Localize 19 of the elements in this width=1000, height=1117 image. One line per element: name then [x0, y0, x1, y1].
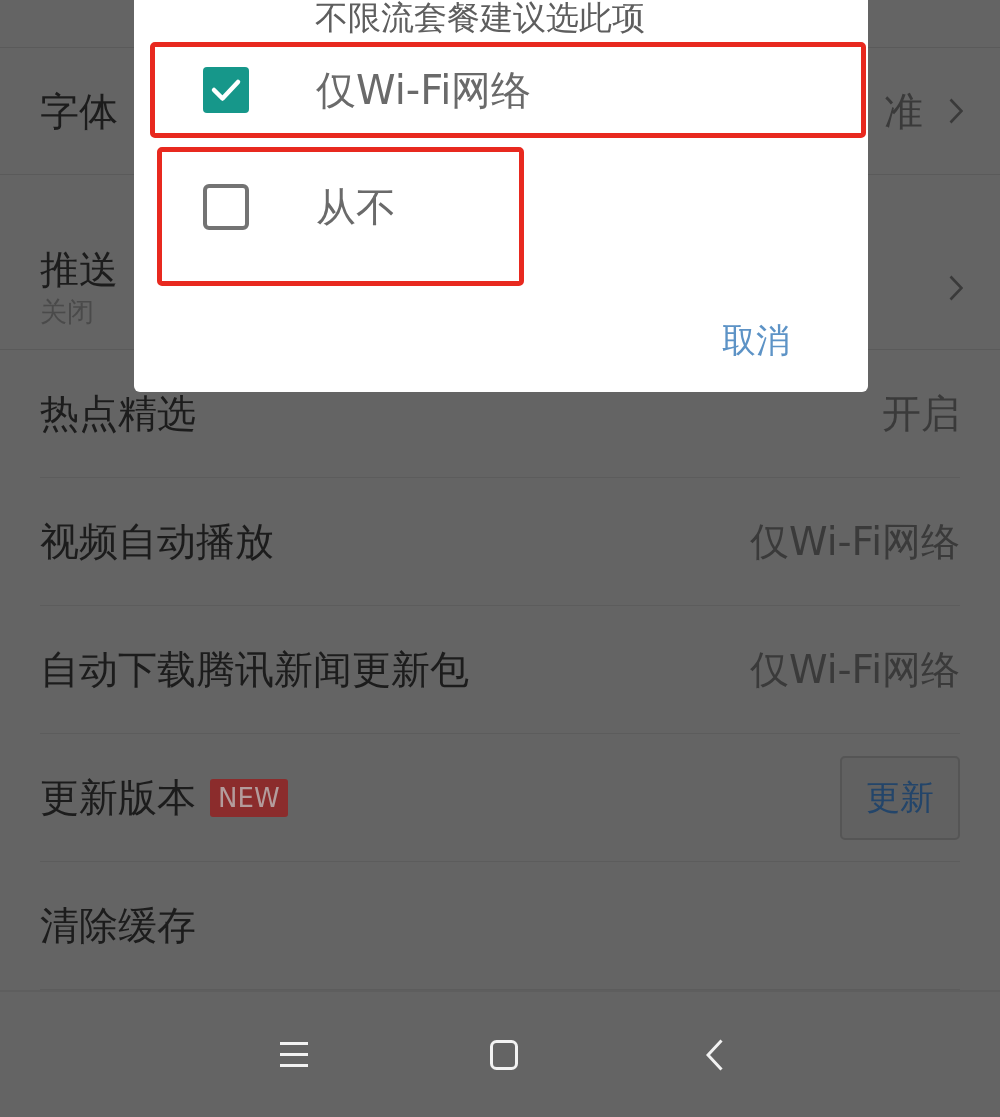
setting-title: 自动下载腾讯新闻更新包 [40, 650, 469, 689]
setting-title: 热点精选 [40, 394, 196, 433]
setting-title: 字体 [40, 91, 118, 131]
new-badge: NEW [210, 778, 288, 817]
chevron-right-icon [949, 98, 963, 124]
setting-title: 更新版本 [40, 778, 196, 817]
checkbox[interactable] [203, 67, 249, 113]
option-label[interactable]: 仅Wi-Fi网络 [316, 67, 532, 113]
dialog-hint: 不限流套餐建议选此项 [314, 0, 646, 36]
setting-title: 视频自动播放 [40, 522, 274, 561]
square-icon[interactable] [490, 1039, 518, 1070]
setting-title: 推送 [40, 249, 118, 289]
menu-icon[interactable] [280, 1042, 308, 1067]
setting-title: 清除缓存 [40, 906, 196, 945]
checkbox[interactable] [203, 184, 249, 230]
chevron-left-icon[interactable] [705, 1038, 723, 1071]
chevron-right-icon [949, 275, 963, 301]
cancel-button[interactable]: 取消 [710, 310, 802, 372]
option-label[interactable]: 从不 [316, 184, 396, 230]
